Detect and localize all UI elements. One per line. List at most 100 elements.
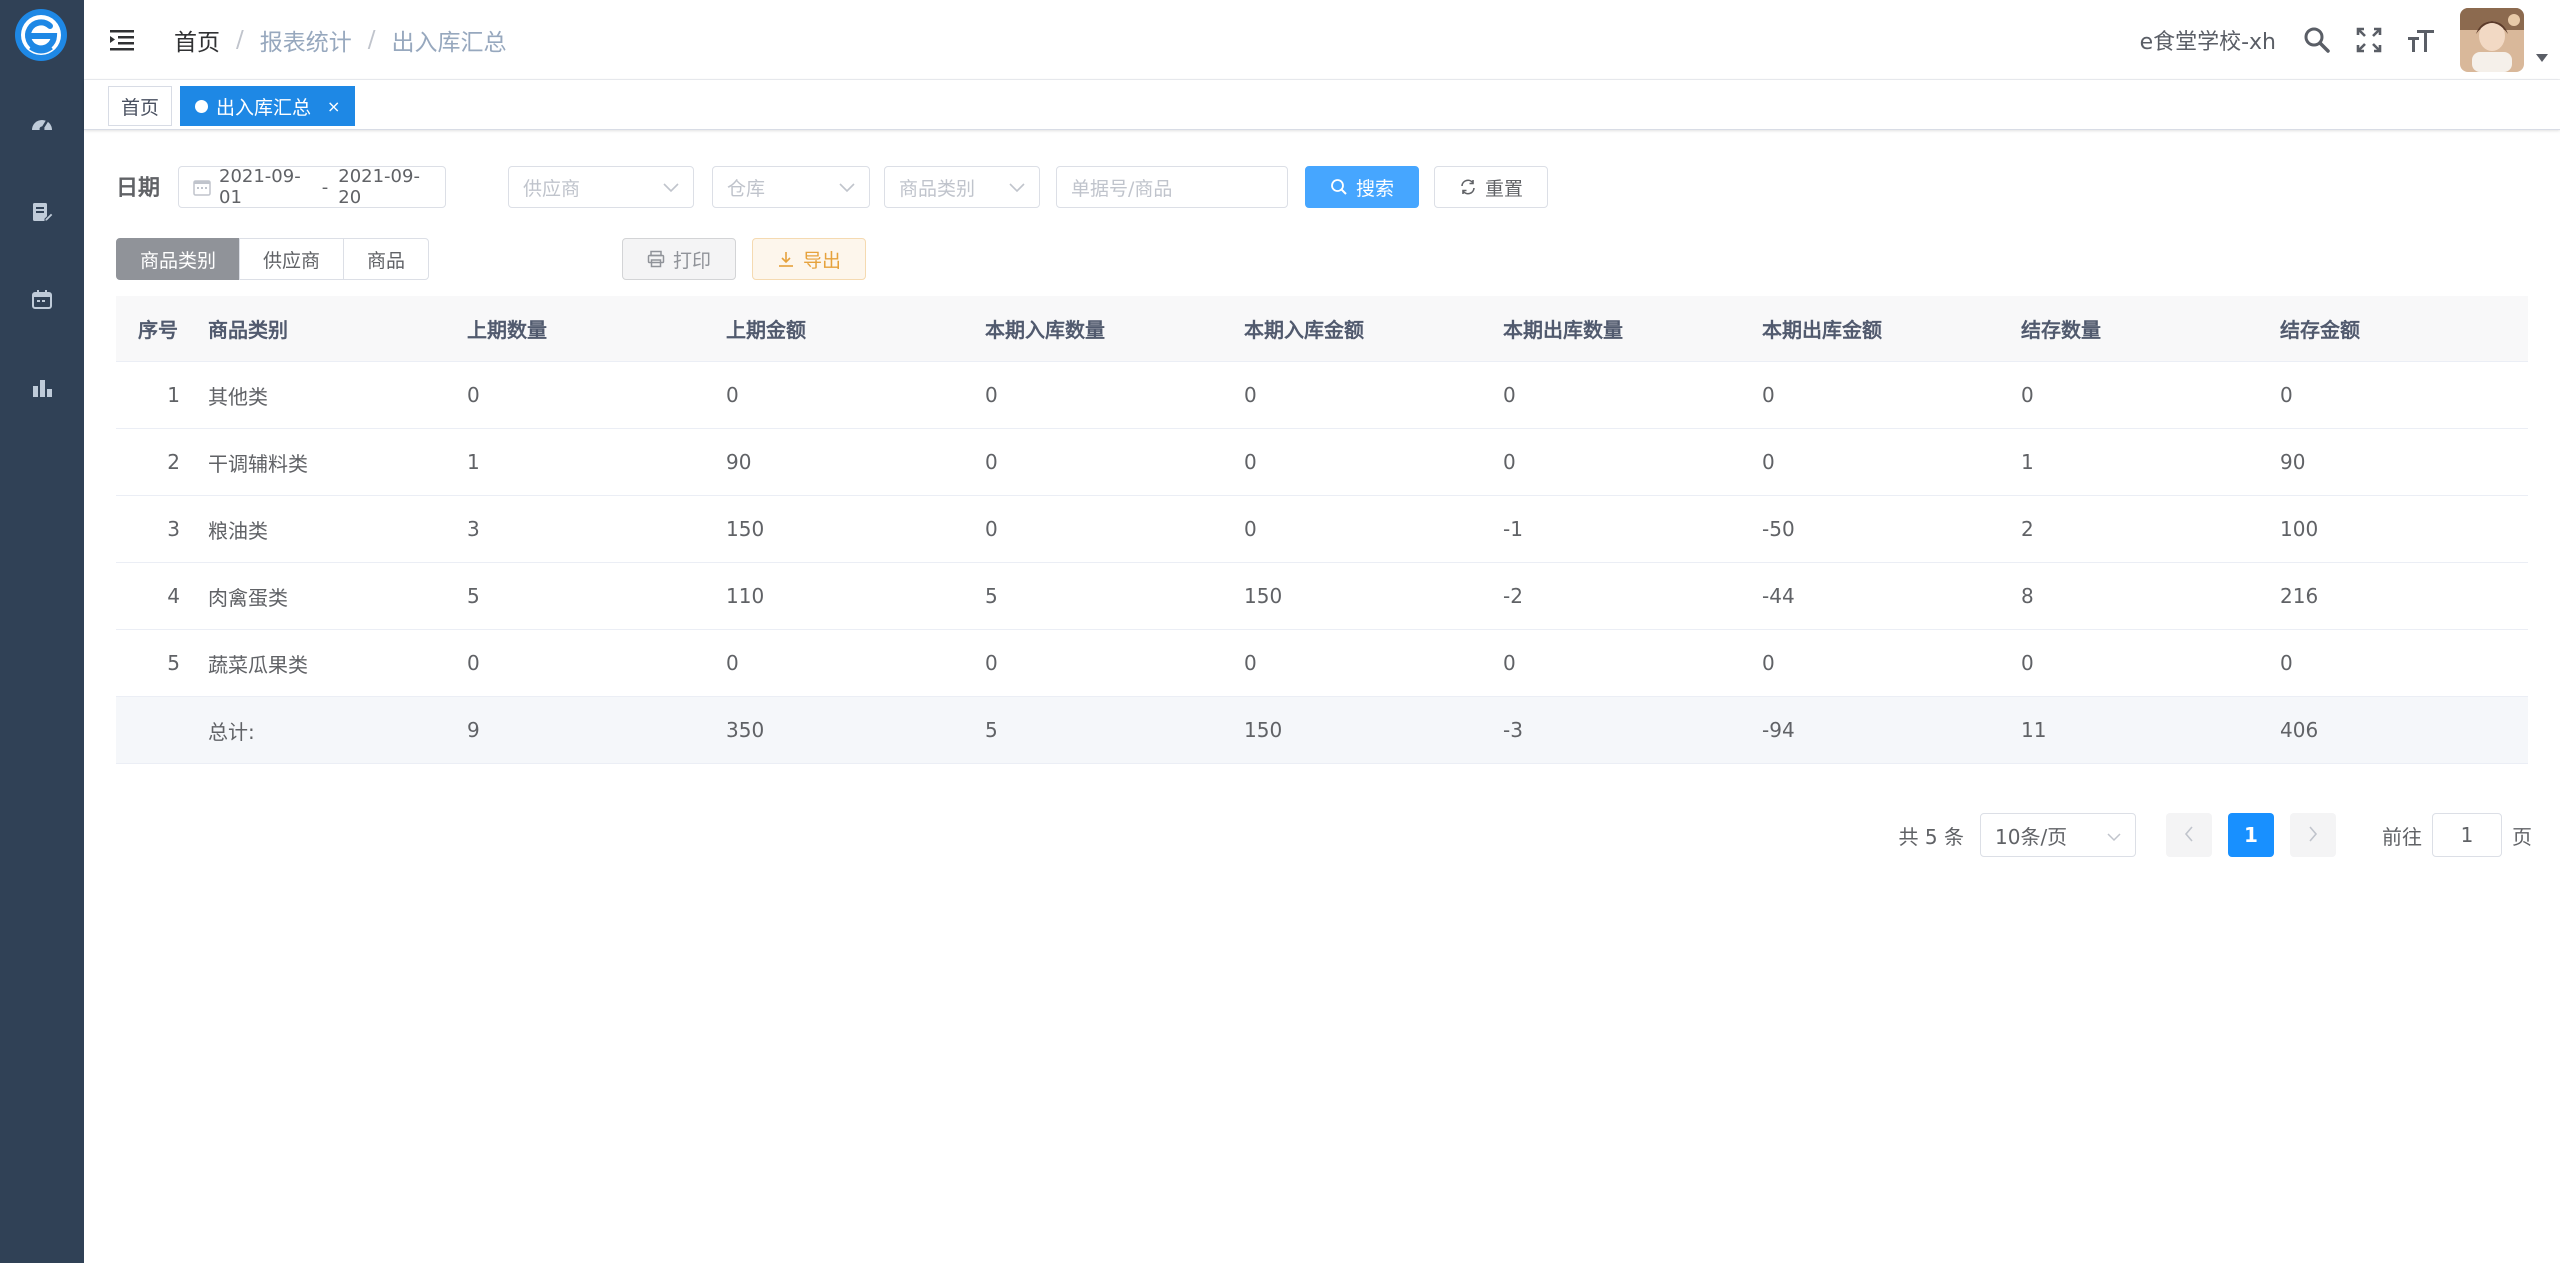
warehouse-select[interactable]: 仓库	[712, 166, 870, 208]
dashboard-icon[interactable]	[26, 108, 58, 140]
chevron-down-icon	[1009, 176, 1025, 198]
tab-category[interactable]: 商品类别	[116, 238, 240, 280]
value-cell: 0	[1244, 450, 1257, 474]
value-cell: 1	[2021, 450, 2034, 474]
total-cell: 150	[1244, 718, 1283, 742]
search-button-label: 搜索	[1355, 177, 1394, 200]
row-index-cell: 5	[167, 651, 180, 675]
tag-home[interactable]: 首页	[108, 86, 173, 126]
app-logo-icon[interactable]	[12, 6, 70, 64]
user-avatar[interactable]	[2460, 8, 2524, 72]
category-cell: 蔬菜瓜果类	[208, 652, 308, 677]
total-cell: -3	[1503, 718, 1523, 742]
value-cell: 0	[726, 651, 739, 675]
total-cell: 5	[985, 718, 998, 742]
value-cell: 0	[985, 651, 998, 675]
supplier-placeholder: 供应商	[523, 177, 581, 200]
warehouse-placeholder: 仓库	[727, 177, 766, 200]
reset-button[interactable]: 重置	[1434, 166, 1548, 208]
total-label: 总计:	[208, 719, 255, 744]
row-index-cell: 2	[167, 450, 180, 474]
calendar-icon[interactable]	[26, 284, 58, 316]
value-cell: 0	[985, 383, 998, 407]
school-name: e食堂学校-xh	[2139, 30, 2276, 55]
supplier-select[interactable]: 供应商	[508, 166, 694, 208]
tab-product[interactable]: 商品	[343, 238, 429, 280]
close-icon[interactable]: ×	[327, 97, 340, 116]
date-label: 日期	[116, 176, 161, 201]
tag-stock-summary[interactable]: 出入库汇总 ×	[180, 86, 356, 126]
value-cell: 0	[1503, 383, 1516, 407]
value-cell: -44	[1762, 584, 1795, 608]
export-button[interactable]: 导出	[752, 238, 866, 280]
page-suffix: 页	[2512, 824, 2532, 849]
value-cell: 110	[726, 584, 765, 608]
value-cell: 0	[2021, 383, 2034, 407]
value-cell: 150	[1244, 584, 1283, 608]
chevron-right-icon	[2308, 823, 2318, 847]
bar-chart-icon[interactable]	[26, 372, 58, 404]
date-start: 2021-09-01	[219, 166, 301, 208]
keyword-input[interactable]: 单据号/商品	[1056, 166, 1288, 208]
value-cell: 0	[1244, 383, 1257, 407]
table-header-row: 序号 商品类别 上期数量 上期金额 本期入库数量 本期入库金额 本期出库数量 本…	[116, 296, 2528, 362]
reset-button-label: 重置	[1484, 177, 1523, 200]
value-cell: 3	[467, 517, 480, 541]
value-cell: 0	[467, 383, 480, 407]
row-index-cell: 4	[167, 584, 180, 608]
total-cell: 350	[726, 718, 765, 742]
value-cell: 5	[467, 584, 480, 608]
user-menu-caret-icon[interactable]	[2524, 0, 2560, 80]
chevron-down-icon	[663, 176, 679, 198]
goto-page-input[interactable]: 1	[2432, 813, 2502, 857]
category-cell: 粮油类	[208, 518, 268, 543]
breadcrumb: 首页 / 报表统计 / 出入库汇总	[174, 24, 507, 56]
date-range-picker[interactable]: 2021-09-01 - 2021-09-20	[178, 166, 446, 208]
value-cell: 0	[467, 651, 480, 675]
value-cell: 0	[1244, 517, 1257, 541]
tag-home-label: 首页	[121, 96, 160, 119]
view-tab-group: 商品类别 供应商 商品	[116, 238, 429, 280]
value-cell: 0	[726, 383, 739, 407]
header-cell: 序号	[138, 318, 178, 342]
page-size-select[interactable]: 10条/页	[1980, 813, 2136, 857]
download-icon	[777, 250, 795, 268]
value-cell: 0	[1503, 450, 1516, 474]
header-cell: 上期金额	[726, 318, 806, 342]
category-cell: 其他类	[208, 384, 268, 409]
category-select[interactable]: 商品类别	[884, 166, 1040, 208]
page-number-current[interactable]: 1	[2228, 813, 2274, 857]
header-cell: 本期出库金额	[1762, 318, 1882, 342]
search-icon[interactable]	[2300, 23, 2334, 57]
export-button-label: 导出	[802, 249, 841, 272]
font-size-icon[interactable]	[2404, 23, 2438, 57]
print-button[interactable]: 打印	[622, 238, 736, 280]
header-cell: 上期数量	[467, 318, 547, 342]
fullscreen-icon[interactable]	[2352, 23, 2386, 57]
navbar-right: e食堂学校-xh	[2140, 0, 2560, 80]
pagination-total: 共 5 条	[1898, 824, 1964, 849]
tab-supplier[interactable]: 供应商	[239, 238, 344, 280]
next-page-button[interactable]	[2290, 813, 2336, 857]
navbar: 首页 / 报表统计 / 出入库汇总 e食堂学校-xh	[84, 0, 2560, 80]
category-placeholder: 商品类别	[899, 177, 976, 200]
breadcrumb-home[interactable]: 首页	[174, 23, 220, 57]
category-cell: 肉禽蛋类	[208, 585, 288, 610]
hamburger-menu-icon[interactable]	[108, 26, 136, 54]
print-button-label: 打印	[672, 249, 711, 272]
chevron-down-icon	[839, 176, 855, 198]
value-cell: 5	[985, 584, 998, 608]
search-button[interactable]: 搜索	[1305, 166, 1419, 208]
summary-table: 序号 商品类别 上期数量 上期金额 本期入库数量 本期入库金额 本期出库数量 本…	[116, 296, 2528, 764]
document-edit-icon[interactable]	[26, 196, 58, 228]
value-cell: 150	[726, 517, 765, 541]
value-cell: 216	[2280, 584, 2319, 608]
page-size-value: 10条/页	[1995, 824, 2068, 849]
breadcrumb-current: 出入库汇总	[391, 30, 507, 56]
chevron-left-icon	[2184, 823, 2194, 847]
category-cell: 干调辅料类	[208, 451, 308, 476]
prev-page-button[interactable]	[2166, 813, 2212, 857]
value-cell: -50	[1762, 517, 1795, 541]
value-cell: 90	[2280, 450, 2306, 474]
table-row: 4 肉禽蛋类 5 110 5 150 -2 -44 8 216	[116, 563, 2528, 630]
